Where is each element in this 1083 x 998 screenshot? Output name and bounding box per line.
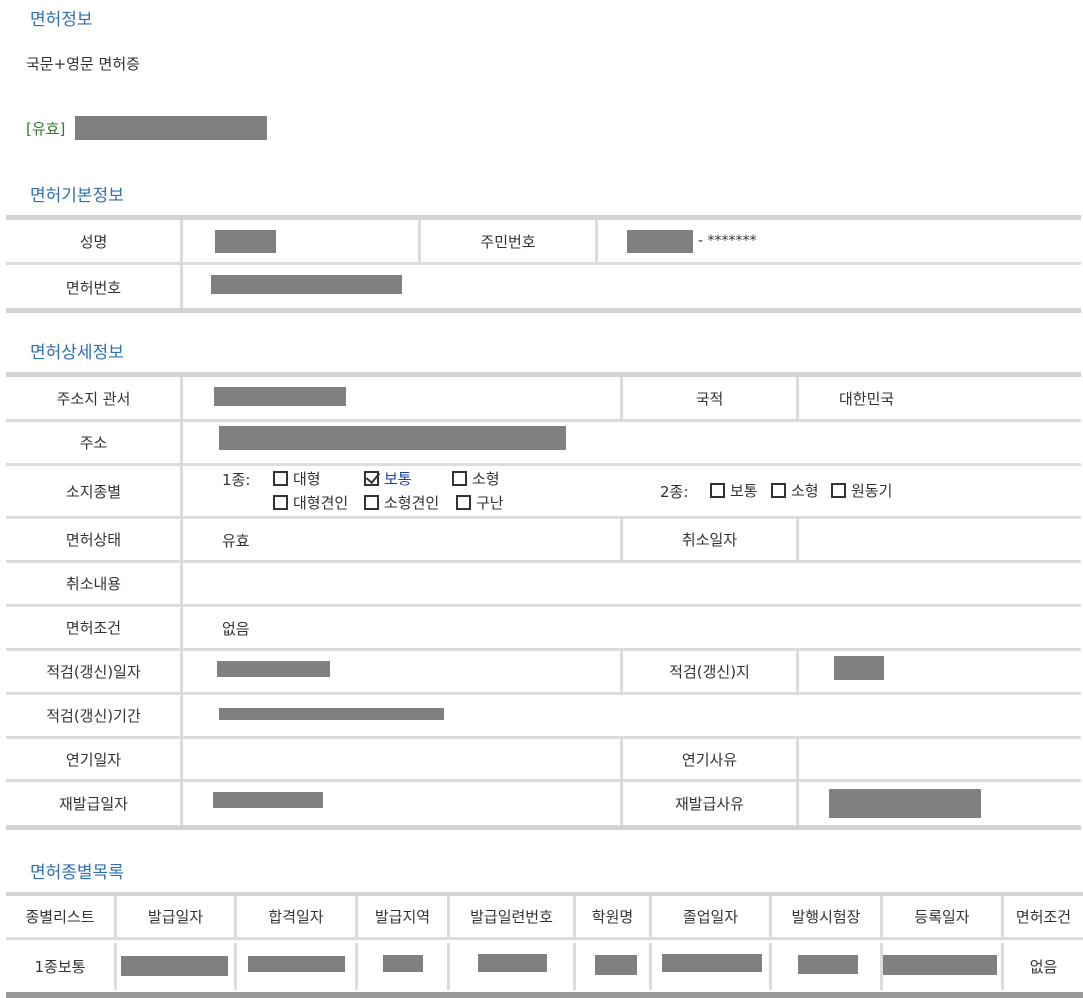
table-row: 재발급일자 재발급사유 [6, 782, 1081, 825]
license-class-label: 소지종별 [65, 482, 122, 501]
redacted-license-summary [75, 116, 267, 140]
col-header-graduation-date: 졸업일자 [682, 908, 739, 926]
office-label: 주소지 관서 [56, 389, 131, 408]
cancel-date-label: 취소일자 [681, 531, 738, 549]
col-header-academy: 학원명 [591, 908, 634, 926]
table-row: 주소 [6, 422, 1081, 466]
rrn-label: 주민번호 [480, 232, 536, 251]
table-header-row: 종별리스트 발급일자 합격일자 발급지역 발급일련번호 학원명 졸업일자 발행시… [6, 896, 1083, 940]
table-row: 면허조건 없음 [6, 607, 1081, 651]
license-status-tag: [유효] [26, 120, 66, 138]
table-row: 취소내용 [6, 563, 1081, 607]
license-condition-label: 면허조건 [65, 619, 122, 637]
reissue-reason-label: 재발급사유 [674, 795, 744, 813]
name-label: 성명 [79, 232, 108, 251]
checkbox-icon[interactable] [452, 471, 467, 486]
type-list-title: 면허종별목록 [30, 863, 124, 883]
license-number-label: 면허번호 [65, 278, 122, 297]
table-row: 면허상태 유효 취소일자 [6, 519, 1081, 563]
nationality-label: 국적 [695, 389, 724, 408]
class1-prefix: 1종: [222, 471, 251, 489]
table-row: 소지종별 1종: 대형 보통 소형 대형견인 소형견인 구난 2종: 보통 소형… [6, 466, 1081, 519]
redacted-issue-date [121, 956, 228, 976]
detail-info-table: 주소지 관서 국적 대한민국 주소 소지종별 1종: 대형 보통 소형 대형견인… [6, 372, 1081, 834]
license-condition-value: 없음 [222, 620, 250, 638]
checkbox-icon[interactable] [771, 483, 786, 498]
class1-option-large[interactable]: 대형 [273, 468, 321, 489]
license-status-value: 유효 [222, 532, 250, 550]
rrn-masked-suffix: - ******* [698, 233, 757, 249]
redacted-reissue-reason [829, 789, 981, 818]
redacted-issue-serial [478, 954, 547, 972]
checkbox-icon[interactable] [831, 483, 846, 498]
reissue-date-label: 재발급일자 [58, 795, 128, 813]
redacted-graduation-date [662, 954, 762, 972]
class1-option-small-trailer[interactable]: 소형견인 [364, 492, 439, 513]
license-info-title: 면허정보 [30, 10, 93, 30]
class2-option-regular[interactable]: 보통 [710, 480, 758, 501]
redacted-reissue-date [213, 792, 323, 808]
class1-option-small[interactable]: 소형 [452, 468, 500, 489]
table-row: 성명 주민번호 - ******* [6, 220, 1081, 265]
class2-option-motorbike[interactable]: 원동기 [831, 480, 892, 501]
checkbox-icon[interactable] [364, 495, 379, 510]
redacted-address [219, 426, 566, 450]
class1-option-wrecker[interactable]: 구난 [456, 492, 504, 513]
redacted-registration-date [883, 955, 997, 975]
detail-info-title: 면허상세정보 [30, 343, 124, 363]
renewal-place-label: 적검(갱신)지 [669, 663, 750, 681]
address-label: 주소 [79, 434, 108, 452]
license-doc-type: 국문+영문 면허증 [26, 55, 140, 73]
checkbox-icon[interactable] [273, 471, 288, 486]
redacted-rrn [627, 230, 693, 253]
col-header-type: 종별리스트 [25, 908, 95, 926]
table-row: 적검(갱신)기간 [6, 695, 1081, 739]
redacted-issue-region [383, 955, 423, 972]
class1-option-regular[interactable]: 보통 [364, 468, 412, 489]
checkbox-icon[interactable] [710, 483, 725, 498]
renewal-date-label: 적검(갱신)일자 [46, 663, 141, 681]
basic-info-title: 면허기본정보 [30, 186, 124, 206]
redacted-license-number [211, 275, 402, 294]
redacted-pass-date [248, 956, 345, 972]
nationality-value: 대한민국 [839, 390, 895, 408]
class1-option-large-trailer[interactable]: 대형견인 [273, 492, 348, 513]
checkbox-icon[interactable] [273, 495, 288, 510]
table-row: 1종보통 없음 [6, 943, 1083, 990]
checkbox-checked-icon[interactable] [364, 471, 379, 486]
class2-prefix: 2종: [660, 483, 689, 501]
redacted-exam-site [798, 955, 858, 974]
redacted-renewal-date [217, 661, 330, 677]
col-header-condition: 면허조건 [1015, 908, 1072, 926]
table-row: 면허번호 [6, 265, 1081, 309]
cell-condition: 없음 [1029, 958, 1058, 976]
col-header-issue-date: 발급일자 [147, 908, 204, 926]
class2-option-small[interactable]: 소형 [771, 480, 819, 501]
col-header-issue-region: 발급지역 [374, 908, 431, 926]
cell-type: 1종보통 [34, 958, 86, 976]
col-header-exam-site: 발행시험장 [791, 908, 861, 926]
cancel-content-label: 취소내용 [65, 575, 122, 593]
redacted-academy [595, 955, 637, 975]
renewal-period-label: 적검(갱신)기간 [46, 707, 141, 725]
license-history-table: 종별리스트 발급일자 합격일자 발급지역 발급일련번호 학원명 졸업일자 발행시… [6, 892, 1083, 998]
basic-info-table: 성명 주민번호 - ******* 면허번호 [6, 215, 1081, 315]
postpone-reason-label: 연기사유 [681, 750, 738, 769]
license-status-label: 면허상태 [65, 531, 122, 549]
table-row: 주소지 관서 국적 대한민국 [6, 377, 1081, 422]
table-row: 연기일자 연기사유 [6, 739, 1081, 782]
redacted-name [215, 230, 276, 253]
table-row: 적검(갱신)일자 적검(갱신)지 [6, 651, 1081, 695]
postpone-date-label: 연기일자 [65, 750, 122, 769]
col-header-registration-date: 등록일자 [914, 908, 970, 926]
col-header-issue-serial: 발급일련번호 [470, 908, 553, 926]
checkbox-icon[interactable] [456, 495, 471, 510]
redacted-renewal-period [219, 708, 444, 720]
redacted-office [214, 387, 346, 406]
col-header-pass-date: 합격일자 [268, 908, 324, 926]
redacted-renewal-place [834, 656, 884, 680]
